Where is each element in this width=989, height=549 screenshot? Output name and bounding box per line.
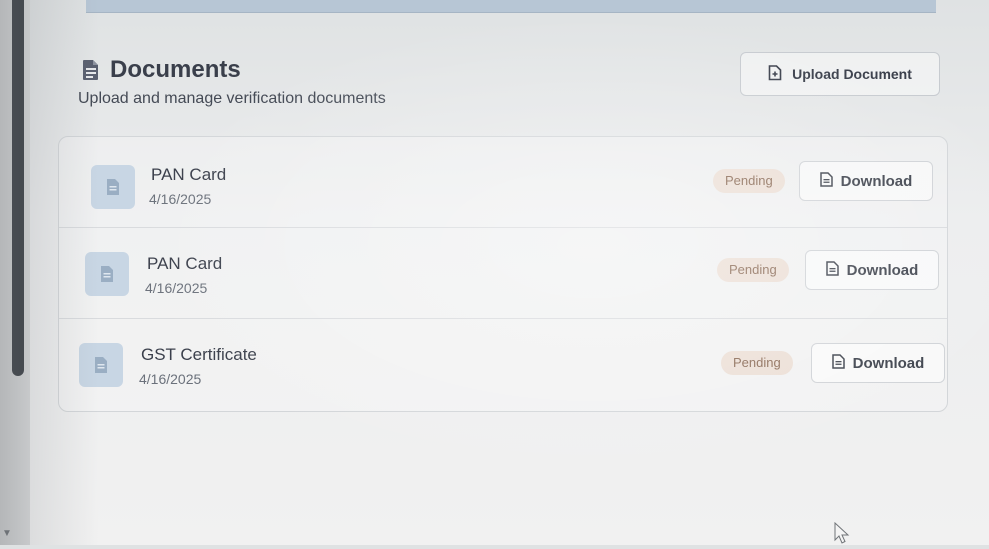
file-icon xyxy=(831,353,845,373)
page-title: Documents xyxy=(82,56,241,84)
download-button[interactable]: Download xyxy=(811,343,945,383)
document-name: GST Certificate xyxy=(141,345,257,364)
scrollbar-thumb[interactable] xyxy=(12,0,24,376)
page-subtitle: Upload and manage verification documents xyxy=(78,90,386,107)
file-icon xyxy=(819,171,833,191)
list-item: PAN Card 4/16/2025 Pending Download xyxy=(59,137,947,228)
document-icon xyxy=(79,343,123,387)
status-badge: Pending xyxy=(713,169,785,193)
status-badge: Pending xyxy=(717,258,789,282)
document-name: PAN Card xyxy=(151,165,227,184)
documents-card: Documents Upload and manage verification… xyxy=(58,20,963,540)
file-plus-icon xyxy=(768,64,782,84)
status-badge: Pending xyxy=(721,351,793,375)
file-text-icon xyxy=(82,59,100,81)
scrollbar-track[interactable]: ▼ xyxy=(0,0,30,545)
document-icon xyxy=(91,165,135,209)
scroll-down-arrow-icon[interactable]: ▼ xyxy=(2,528,12,539)
download-button[interactable]: Download xyxy=(799,161,933,201)
upload-document-label: Upload Document xyxy=(792,66,912,82)
title-text: Documents xyxy=(110,56,241,83)
list-item: GST Certificate 4/16/2025 Pending Downlo… xyxy=(59,319,947,409)
download-label: Download xyxy=(840,172,913,190)
document-icon xyxy=(85,252,129,296)
documents-list: PAN Card 4/16/2025 Pending Download PAN … xyxy=(58,136,948,412)
upload-document-button[interactable]: Upload Document xyxy=(740,52,940,96)
download-label: Download xyxy=(852,354,925,372)
list-item: PAN Card 4/16/2025 Pending Download xyxy=(59,228,947,319)
document-date: 4/16/2025 xyxy=(139,371,202,387)
download-label: Download xyxy=(846,261,919,279)
document-name: PAN Card xyxy=(147,254,223,273)
document-date: 4/16/2025 xyxy=(145,280,208,296)
document-date: 4/16/2025 xyxy=(149,191,212,207)
file-icon xyxy=(825,260,839,280)
download-button[interactable]: Download xyxy=(805,250,939,290)
top-panel-edge xyxy=(86,0,936,13)
